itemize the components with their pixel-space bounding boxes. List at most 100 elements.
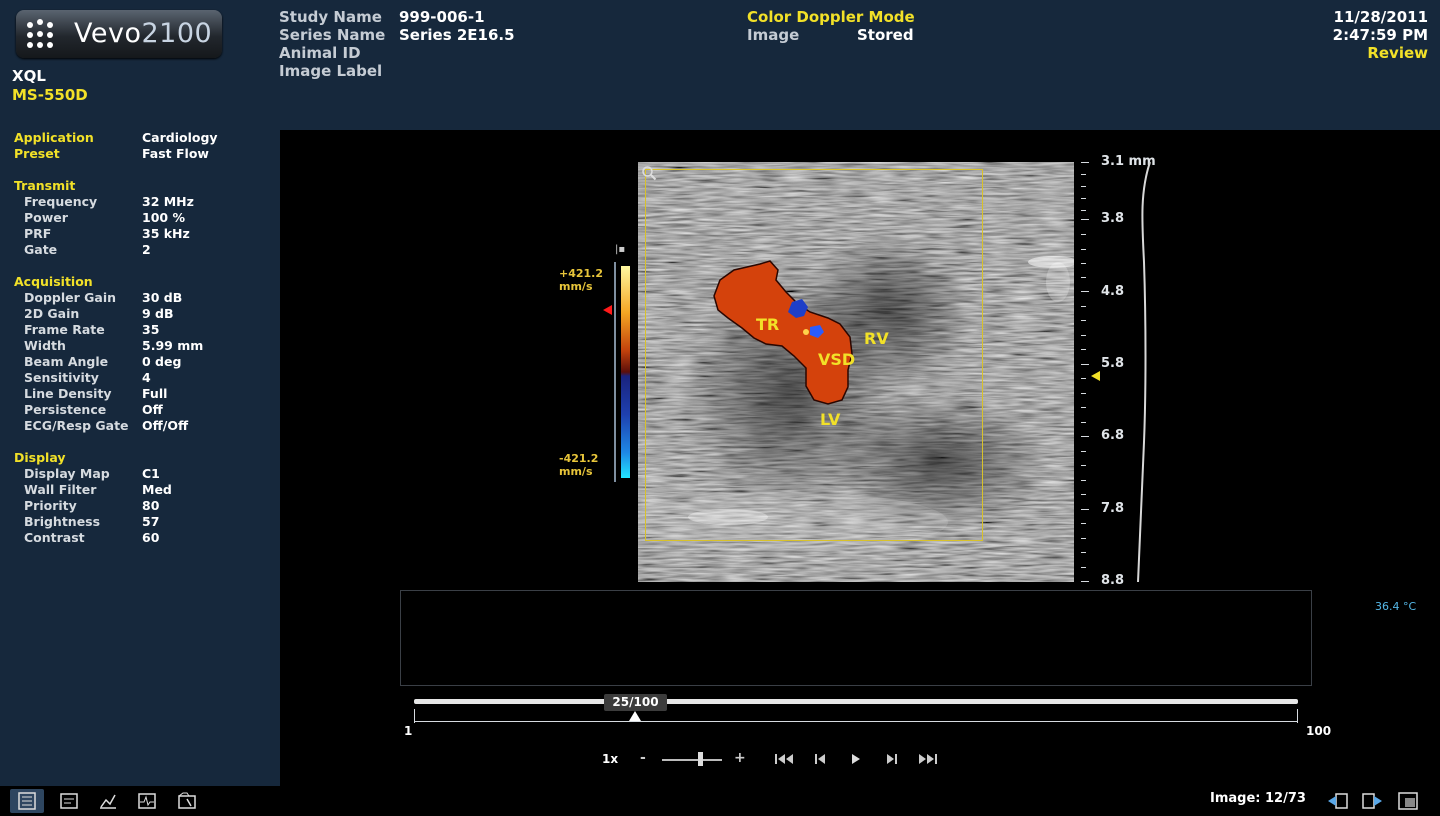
- speed-slider[interactable]: [662, 759, 722, 761]
- previous-image-button[interactable]: [1320, 789, 1354, 813]
- param-display-map: Display Map C1: [0, 466, 280, 482]
- last-frame-icon[interactable]: [916, 750, 940, 768]
- param-frequency: Frequency 32 MHz: [0, 194, 280, 210]
- timeline-axis: [414, 721, 1298, 722]
- tools-button[interactable]: [170, 789, 204, 813]
- next-image-button[interactable]: [1354, 789, 1388, 813]
- param-label: Contrast: [24, 530, 85, 545]
- play-icon[interactable]: [844, 750, 868, 768]
- param-label: Brightness: [24, 514, 101, 529]
- depth-tick: [1081, 234, 1086, 235]
- timeline-end-tick: [1297, 709, 1298, 723]
- param-value: 30 dB: [142, 290, 183, 305]
- param-value: 32 MHz: [142, 194, 194, 209]
- depth-tick: [1081, 186, 1086, 187]
- param-value: 5.99 mm: [142, 338, 204, 353]
- measurement-button[interactable]: [52, 789, 86, 813]
- colorbar-max-value: +421.2: [559, 267, 604, 280]
- param-prf: PRF 35 kHz: [0, 226, 280, 242]
- depth-tick: [1081, 291, 1089, 292]
- temperature-readout: 36.4 °C: [1375, 600, 1417, 613]
- param-value: 100 %: [142, 210, 185, 225]
- param-value: Off: [142, 402, 163, 417]
- speed-decrease-button[interactable]: -: [640, 750, 646, 766]
- tools-icon: [178, 792, 196, 809]
- depth-tick: [1081, 567, 1086, 568]
- animal-id-label: Animal ID: [279, 44, 361, 62]
- speed-increase-button[interactable]: +: [734, 750, 746, 766]
- study-list-button[interactable]: [10, 789, 44, 813]
- color-roi-box[interactable]: [645, 169, 983, 541]
- study-name-value: 999-006-1: [399, 8, 485, 26]
- param-width: Width 5.99 mm: [0, 338, 280, 354]
- depth-label: 5.8: [1101, 356, 1125, 371]
- transmit-section-title: Transmit: [14, 178, 76, 193]
- param-label: PRF: [24, 226, 52, 241]
- param-frame-rate: Frame Rate 35: [0, 322, 280, 338]
- param-label: Width: [24, 338, 66, 353]
- image-state-label: Image: [747, 26, 800, 44]
- param-value: 35 kHz: [142, 226, 190, 241]
- param-label: Line Density: [24, 386, 112, 401]
- acquisition-section-title: Acquisition: [14, 274, 93, 289]
- previous-frame-icon[interactable]: [808, 750, 832, 768]
- depth-tick: [1081, 320, 1086, 321]
- header: Vevo2100 XQL MS-550D Study Name Series N…: [0, 0, 1440, 130]
- layout-button[interactable]: [1390, 789, 1424, 813]
- zoom-icon[interactable]: [641, 165, 657, 181]
- depth-label: 3.8: [1101, 211, 1125, 226]
- depth-tick: [1081, 393, 1086, 394]
- image-state-value: Stored: [857, 26, 914, 44]
- param-label: Frame Rate: [24, 322, 105, 337]
- analysis-button[interactable]: [91, 789, 125, 813]
- display-section-title: Display: [14, 450, 66, 465]
- param-priority: Priority 80: [0, 498, 280, 514]
- speed-slider-knob[interactable]: [698, 752, 703, 766]
- param-value: 80: [142, 498, 160, 513]
- colorbar-baseline: [614, 262, 616, 482]
- physio-button[interactable]: [130, 789, 164, 813]
- depth-tick: [1081, 436, 1089, 437]
- param-label: Priority: [24, 498, 77, 513]
- depth-tick: [1081, 210, 1086, 211]
- timeline-end-label: 100: [1306, 724, 1332, 738]
- depth-tick: [1081, 219, 1089, 220]
- next-frame-icon[interactable]: [880, 750, 904, 768]
- param-label: 2D Gain: [24, 306, 80, 321]
- tgc-curve[interactable]: [1128, 162, 1154, 582]
- depth-tick: [1081, 407, 1086, 408]
- param-contrast: Contrast 60: [0, 530, 280, 546]
- depth-tick: [1081, 509, 1089, 510]
- parameter-panel: Application Cardiology Preset Fast Flow …: [0, 130, 280, 786]
- depth-tick: [1081, 523, 1086, 524]
- first-frame-icon[interactable]: [772, 750, 796, 768]
- param-value: 0 deg: [142, 354, 182, 369]
- param-value: Cardiology: [142, 130, 218, 145]
- transducer-name: MS-550D: [12, 86, 88, 104]
- annotation-vsd: VSD: [818, 350, 856, 369]
- depth-label: 4.8: [1101, 284, 1125, 299]
- param-value: Full: [142, 386, 168, 401]
- param-beam-angle: Beam Angle 0 deg: [0, 354, 280, 370]
- logo-text: Vevo2100: [74, 18, 213, 49]
- series-name-label: Series Name: [279, 26, 386, 44]
- param-doppler-gain: Doppler Gain 30 dB: [0, 290, 280, 306]
- depth-tick: [1081, 306, 1086, 307]
- baseline-arrow-icon[interactable]: [603, 305, 612, 315]
- param-label: Power: [24, 210, 68, 225]
- imaging-mode: Color Doppler Mode: [747, 8, 915, 26]
- depth-tick: [1081, 162, 1089, 163]
- depth-tick: [1081, 364, 1089, 365]
- depth-tick: [1081, 174, 1086, 175]
- cine-track[interactable]: [414, 699, 1298, 704]
- param-label: ECG/Resp Gate: [24, 418, 129, 433]
- playhead[interactable]: [629, 711, 641, 721]
- param-label: Application: [14, 130, 94, 145]
- param-power: Power 100 %: [0, 210, 280, 226]
- param-sensitivity: Sensitivity 4: [0, 370, 280, 386]
- focus-marker-icon[interactable]: [1091, 371, 1100, 381]
- param-value: 2: [142, 242, 151, 257]
- param-persistence: Persistence Off: [0, 402, 280, 418]
- system-name: XQL: [12, 67, 46, 85]
- colorbar-max-unit: mm/s: [559, 280, 593, 293]
